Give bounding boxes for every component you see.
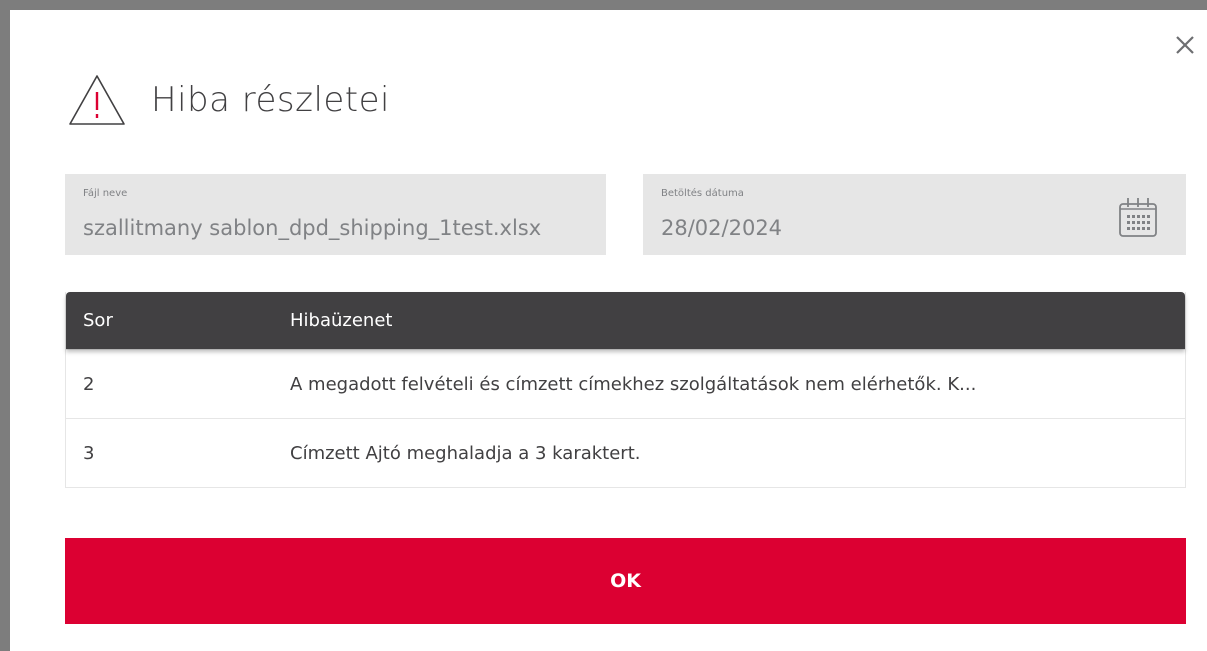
row-number: 2 [83, 373, 95, 395]
file-name-field[interactable]: Fájl neve szallitmany sablon_dpd_shippin… [65, 174, 606, 255]
calendar-icon[interactable] [1118, 192, 1158, 240]
file-name-label: Fájl neve [83, 188, 128, 199]
dialog-title: Hiba részletei [151, 80, 391, 120]
error-message: A megadott felvételi és címzett címekhez… [290, 373, 977, 395]
load-date-label: Betöltés dátuma [661, 188, 744, 199]
error-table: Sor Hibaüzenet 2 A megadott felvételi és… [65, 292, 1186, 488]
table-header: Sor Hibaüzenet [66, 292, 1185, 349]
table-row: 2 A megadott felvételi és címzett címekh… [66, 349, 1185, 418]
load-date-field[interactable]: Betöltés dátuma 28/02/2024 [643, 174, 1186, 255]
row-number: 3 [83, 442, 95, 464]
file-name-value: szallitmany sablon_dpd_shipping_1test.xl… [83, 216, 542, 240]
table-row: 3 Címzett Ajtó meghaladja a 3 karaktert. [66, 418, 1185, 487]
dialog-header: Hiba részletei [65, 65, 390, 135]
ok-button[interactable]: OK [65, 538, 1186, 624]
warning-icon [65, 68, 129, 132]
error-details-dialog: Hiba részletei Fájl neve szallitmany sab… [10, 10, 1207, 651]
error-message: Címzett Ajtó meghaladja a 3 karaktert. [290, 442, 641, 464]
column-header-message: Hibaüzenet [290, 310, 393, 331]
load-date-value: 28/02/2024 [661, 216, 783, 240]
column-header-row: Sor [83, 310, 113, 331]
close-icon[interactable] [1172, 32, 1198, 58]
